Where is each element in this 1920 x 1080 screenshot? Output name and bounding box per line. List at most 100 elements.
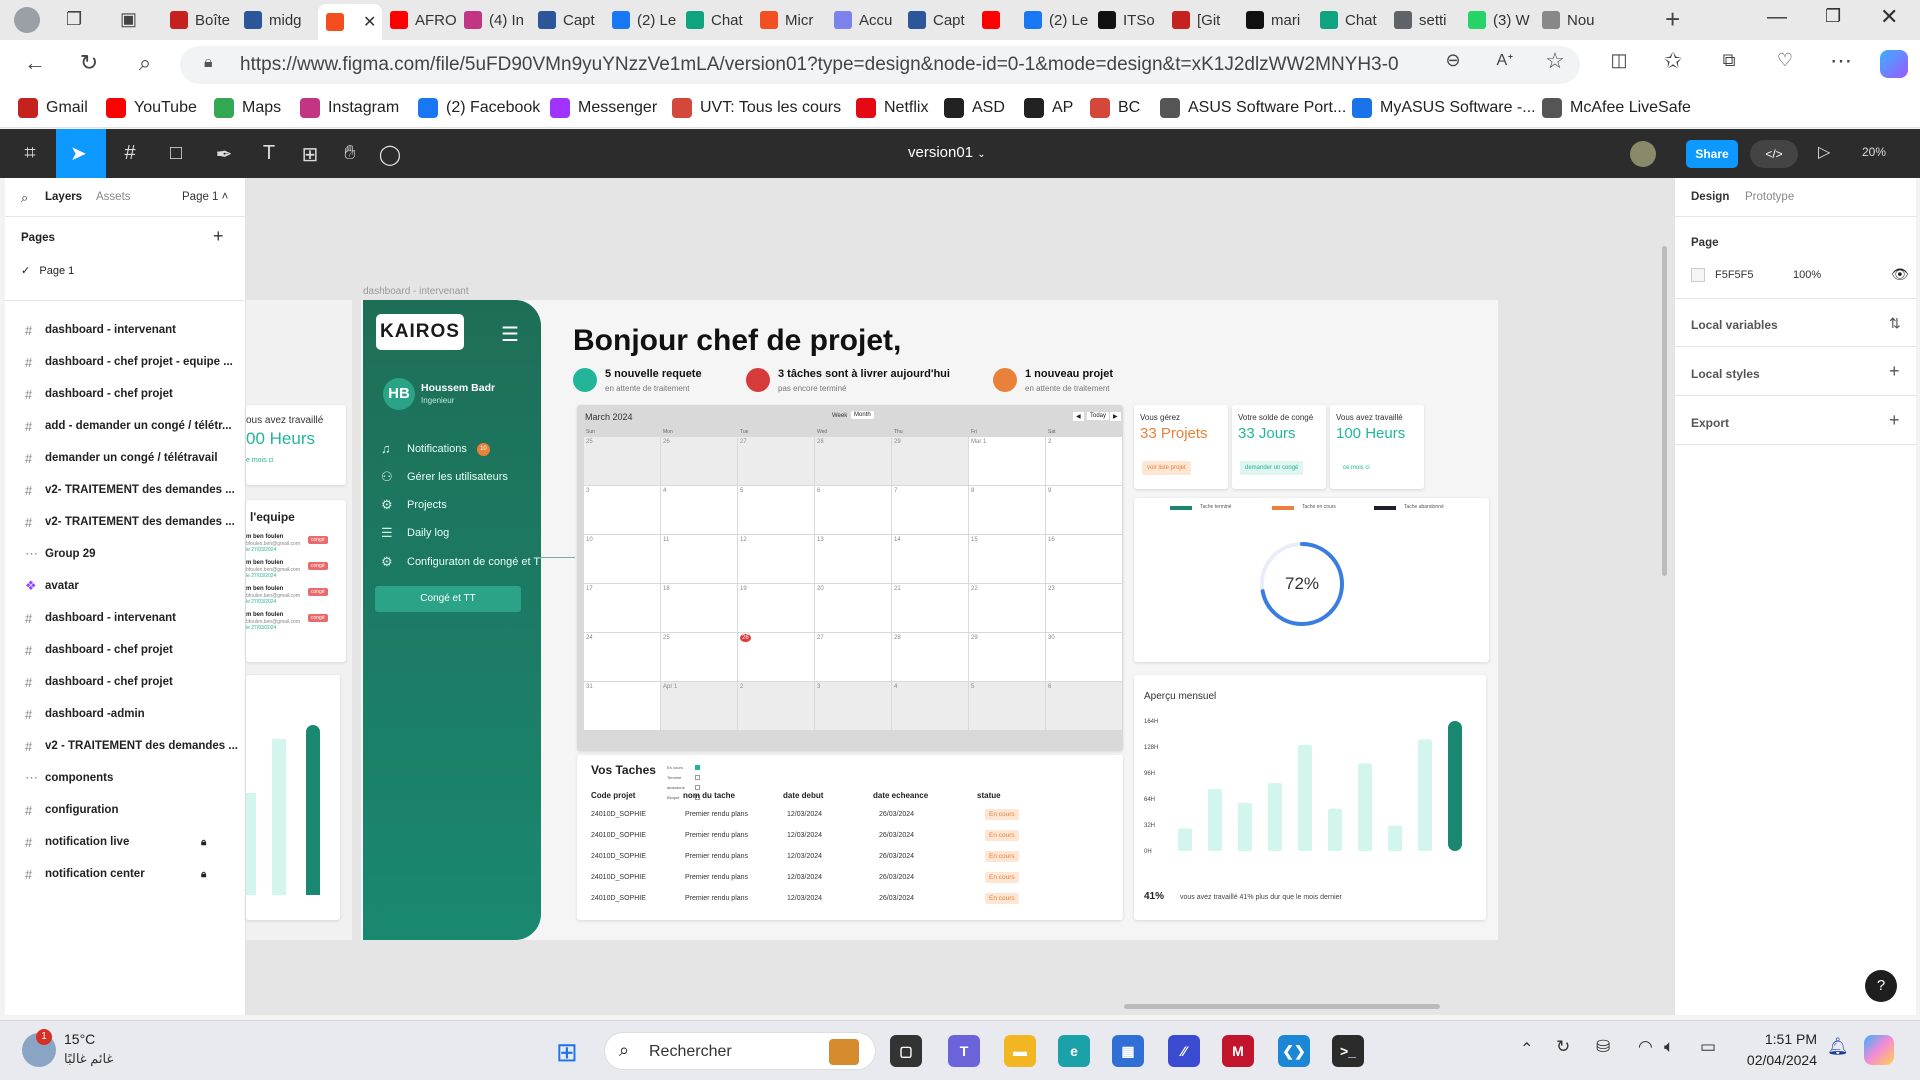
calendar-day[interactable]: 25	[661, 633, 737, 681]
text-tool-icon[interactable]: T	[255, 142, 283, 165]
table-row[interactable]: 24010D_SOPHIE Premier rendu plans 12/03/20…	[577, 809, 1123, 825]
tray-chevron-icon[interactable]: ⌃	[1520, 1039, 1533, 1059]
browser-tab[interactable]: AFRO	[390, 6, 458, 34]
close-window-button[interactable]: ✕	[1880, 4, 1898, 30]
bookmark-item[interactable]: Instagram	[300, 98, 399, 118]
bookmark-item[interactable]: Netflix	[856, 98, 928, 118]
table-row[interactable]: 24010D_SOPHIE Premier rendu plans 12/03/20…	[577, 893, 1123, 909]
browser-tab[interactable]: mari	[1246, 6, 1314, 34]
pen-tool-icon[interactable]: ✒	[210, 142, 238, 167]
page-color-swatch[interactable]	[1691, 268, 1705, 282]
taskbar-search[interactable]: ⌕ Rechercher	[604, 1032, 876, 1070]
browser-tab[interactable]: Nou	[1542, 6, 1610, 34]
calendar-day[interactable]: 28	[892, 633, 968, 681]
layer-row[interactable]: # configuration	[5, 794, 246, 826]
task-filter-checkbox[interactable]	[695, 785, 700, 790]
table-row[interactable]: 24010D_SOPHIE Premier rendu plans 12/03/20…	[577, 872, 1123, 888]
today-button[interactable]: Today	[1087, 412, 1110, 420]
menu-item-conge[interactable]: Congé et TT	[375, 586, 521, 612]
hamburger-menu-icon[interactable]: ☰	[501, 322, 519, 347]
layer-row[interactable]: # demander un congé / télétravail	[5, 442, 246, 474]
clock-time[interactable]: 1:51 PM	[1757, 1031, 1817, 1047]
menu-item[interactable]: ⚇ Gérer les utilisateurs	[381, 469, 508, 485]
stat-action[interactable]: ce mois ci	[1338, 461, 1375, 475]
browser-tab[interactable]: setti	[1394, 6, 1462, 34]
menu-item[interactable]: ♫ Notifications 10	[381, 441, 490, 457]
bookmark-item[interactable]: Gmail	[18, 98, 88, 118]
calendar-day[interactable]: 25	[584, 437, 660, 485]
close-tab-icon[interactable]: ✕	[363, 12, 376, 32]
eye-icon[interactable]: 👁︎	[1891, 266, 1909, 283]
page-opacity-value[interactable]: 100%	[1793, 269, 1821, 281]
chart-bar[interactable]	[1328, 808, 1342, 851]
layer-row[interactable]: # v2 - TRAITEMENT des demandes ...	[5, 730, 246, 762]
chart-bar[interactable]	[1208, 788, 1222, 851]
layer-row[interactable]: # v2- TRAITEMENT des demandes ...	[5, 506, 246, 538]
share-button[interactable]: Share	[1686, 140, 1738, 168]
table-row[interactable]: 24010D_SOPHIE Premier rendu plans 12/03/20…	[577, 830, 1123, 846]
bookmark-item[interactable]: Messenger	[550, 98, 657, 118]
layer-row[interactable]: # notification live 🔒︎	[5, 826, 246, 858]
new-tab-button[interactable]: +	[1665, 4, 1680, 35]
split-screen-icon[interactable]: ◫	[1604, 50, 1634, 71]
layer-row[interactable]: # dashboard - chef projet - equipe ...	[5, 346, 246, 378]
layer-row[interactable]: ⋯ Group 29	[5, 538, 246, 570]
stat-action[interactable]: voir liste projet	[1142, 461, 1191, 475]
file-explorer-icon[interactable]: ▬	[1004, 1035, 1036, 1067]
bookmark-item[interactable]: YouTube	[106, 98, 197, 118]
calendar-day[interactable]: 12	[738, 535, 814, 583]
calendar-day[interactable]: 28	[815, 437, 891, 485]
local-styles-title[interactable]: Local styles	[1691, 367, 1760, 381]
lock-icon[interactable]: 🔒︎	[201, 837, 206, 848]
calendar-day[interactable]: 30	[1046, 633, 1122, 681]
tab-layers[interactable]: Layers	[45, 191, 82, 203]
local-variables-title[interactable]: Local variables	[1691, 318, 1778, 332]
table-row[interactable]: 24010D_SOPHIE Premier rendu plans 12/03/20…	[577, 851, 1123, 867]
favorite-star-icon[interactable]: ☆	[1540, 48, 1570, 74]
zoom-level[interactable]: 20%	[1862, 145, 1886, 159]
windows-start-icon[interactable]: ⊞	[556, 1037, 578, 1068]
minimize-button[interactable]: —	[1767, 6, 1787, 29]
bookmark-item[interactable]: ASUS Software Port...	[1160, 98, 1346, 118]
search-icon[interactable]: ⌕	[21, 190, 28, 206]
layer-row[interactable]: # v2- TRAITEMENT des demandes ...	[5, 474, 246, 506]
calendar-day[interactable]: 31	[584, 682, 660, 730]
move-tool[interactable]: ➤	[56, 129, 106, 178]
menu-item[interactable]: ☰ Daily log	[381, 525, 449, 541]
week-view-button[interactable]: Week	[832, 413, 847, 419]
calendar-day[interactable]: 23	[1046, 584, 1122, 632]
bookmark-item[interactable]: McAfee LiveSafe	[1542, 98, 1691, 118]
comment-icon[interactable]: ◯	[376, 142, 404, 167]
browser-tab[interactable]: Chat	[1320, 6, 1388, 34]
sync-icon[interactable]: ↻	[1556, 1037, 1570, 1057]
maximize-button[interactable]: ❐	[1825, 6, 1841, 27]
frame-tool-icon[interactable]: #	[116, 142, 144, 165]
calendar-day[interactable]: 24	[584, 633, 660, 681]
calendar-day[interactable]: 4	[661, 486, 737, 534]
help-button[interactable]: ?	[1865, 970, 1897, 1002]
bookmark-item[interactable]: AP	[1024, 98, 1073, 118]
calendar-day[interactable]: 29	[892, 437, 968, 485]
vscode-icon[interactable]: ❮❯	[1278, 1035, 1310, 1067]
chart-bar[interactable]	[1298, 745, 1312, 851]
menu-item[interactable]: ⚙ Projects	[381, 497, 447, 513]
add-page-button[interactable]: +	[213, 226, 224, 247]
calendar-day[interactable]: 27	[815, 633, 891, 681]
avatar[interactable]	[1630, 141, 1656, 167]
calendar-day[interactable]: 2	[738, 682, 814, 730]
add-style-icon[interactable]: +	[1889, 361, 1900, 382]
present-icon[interactable]: ▷	[1818, 142, 1830, 162]
variables-icon[interactable]: ⇅	[1889, 315, 1901, 332]
vertical-tabs-icon[interactable]: ▣	[120, 9, 137, 30]
layer-row[interactable]: # add - demander un congé / télétr...	[5, 410, 246, 442]
browser-tab[interactable]: Micr	[760, 6, 828, 34]
browser-tab[interactable]: Chat	[686, 6, 754, 34]
weather-temp[interactable]: 15°C	[64, 1031, 95, 1047]
background-frame[interactable]: ous avez travaillé 00 Heurs e mois ci l'…	[246, 300, 352, 940]
calendar-day[interactable]: 15	[969, 535, 1045, 583]
browser-essentials-icon[interactable]: ♡	[1770, 50, 1800, 71]
wifi-icon[interactable]: ◠	[1638, 1037, 1653, 1057]
calendar-day[interactable]: 3	[584, 486, 660, 534]
more-menu-icon[interactable]: ⋯	[1826, 48, 1856, 74]
page-selector[interactable]: Page 1 ˄	[182, 191, 228, 203]
